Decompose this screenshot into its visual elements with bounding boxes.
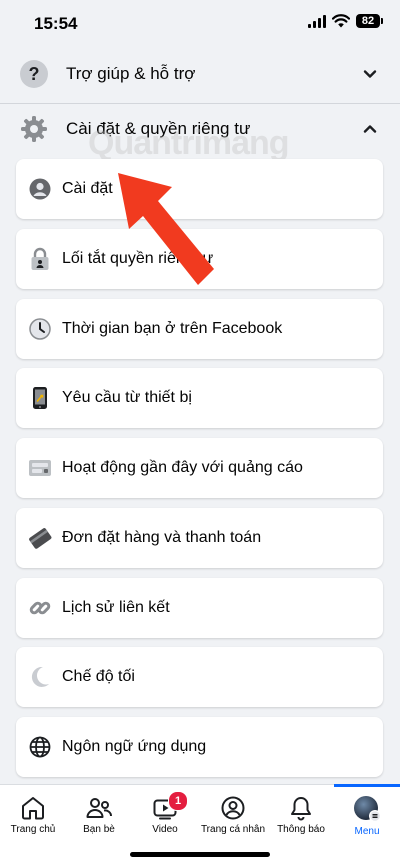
nav-label: Video — [152, 824, 178, 835]
menu-item-label: Ngôn ngữ ứng dụng — [62, 738, 207, 755]
menu-item-label: Cài đặt — [62, 180, 113, 197]
menu-item-time-on-facebook[interactable]: Thời gian bạn ở trên Facebook — [16, 299, 383, 359]
nav-menu[interactable]: Menu — [334, 784, 400, 845]
gear-icon — [18, 113, 50, 145]
nav-home[interactable]: Trang chủ — [0, 785, 66, 845]
nav-label: Thông báo — [277, 824, 325, 835]
status-icons: 82 — [308, 14, 383, 28]
menu-item-label: Chế độ tối — [62, 668, 135, 685]
menu-item-label: Đơn đặt hàng và thanh toán — [62, 529, 262, 546]
menu-item-label: Hoạt động gần đây với quảng cáo — [62, 459, 303, 476]
globe-icon — [28, 735, 52, 759]
profile-icon — [221, 796, 245, 820]
section-help-support[interactable]: ? Trợ giúp & hỗ trợ — [0, 46, 400, 102]
chevron-up-icon[interactable] — [360, 119, 380, 139]
battery-icon: 82 — [356, 14, 383, 28]
menu-item-link-history[interactable]: Lịch sử liên kết — [16, 578, 383, 638]
phone-icon — [28, 386, 52, 410]
avatar-menu-icon — [354, 796, 381, 822]
home-indicator — [130, 852, 270, 857]
active-tab-indicator — [334, 784, 400, 787]
signal-icon — [308, 14, 326, 28]
friends-icon — [86, 798, 113, 818]
menu-item-device-requests[interactable]: Yêu cầu từ thiết bị — [16, 368, 383, 428]
wifi-icon — [332, 14, 350, 28]
menu-item-label: Thời gian bạn ở trên Facebook — [62, 320, 283, 337]
nav-label: Menu — [354, 826, 380, 837]
card-icon — [28, 526, 52, 550]
bell-icon — [291, 797, 311, 821]
svg-text:?: ? — [29, 64, 40, 84]
ad-icon — [28, 456, 52, 480]
profile-icon — [28, 177, 52, 201]
nav-friends[interactable]: Bạn bè — [66, 785, 132, 845]
video-badge: 1 — [168, 791, 188, 811]
section-label: Trợ giúp & hỗ trợ — [66, 64, 196, 83]
nav-label: Bạn bè — [83, 824, 115, 835]
chevron-down-icon[interactable] — [360, 64, 380, 84]
home-icon — [22, 797, 44, 820]
menu-item-dark-mode[interactable]: Chế độ tối — [16, 647, 383, 707]
nav-video[interactable]: 1 Video — [132, 785, 198, 845]
annotation-arrow-icon — [118, 173, 214, 285]
lock-icon — [28, 247, 52, 271]
moon-icon — [28, 665, 52, 689]
menu-item-label: Yêu cầu từ thiết bị — [62, 389, 192, 406]
nav-notifications[interactable]: Thông báo — [268, 785, 334, 845]
question-icon: ? — [18, 58, 50, 90]
clock-icon — [28, 317, 52, 341]
status-time: 15:54 — [34, 14, 78, 33]
nav-profile[interactable]: Trang cá nhân — [198, 785, 268, 845]
menu-item-recent-ad-activity[interactable]: Hoạt động gần đây với quảng cáo — [16, 438, 383, 498]
menu-item-label: Lịch sử liên kết — [62, 599, 170, 616]
menu-item-app-language[interactable]: Ngôn ngữ ứng dụng — [16, 717, 383, 777]
watermark: Quantrimang — [88, 124, 290, 162]
nav-label: Trang cá nhân — [200, 824, 266, 835]
menu-item-orders-payments[interactable]: Đơn đặt hàng và thanh toán — [16, 508, 383, 568]
status-bar: 15:54 82 — [0, 0, 400, 46]
nav-label: Trang chủ — [10, 824, 56, 835]
link-icon — [28, 596, 52, 620]
